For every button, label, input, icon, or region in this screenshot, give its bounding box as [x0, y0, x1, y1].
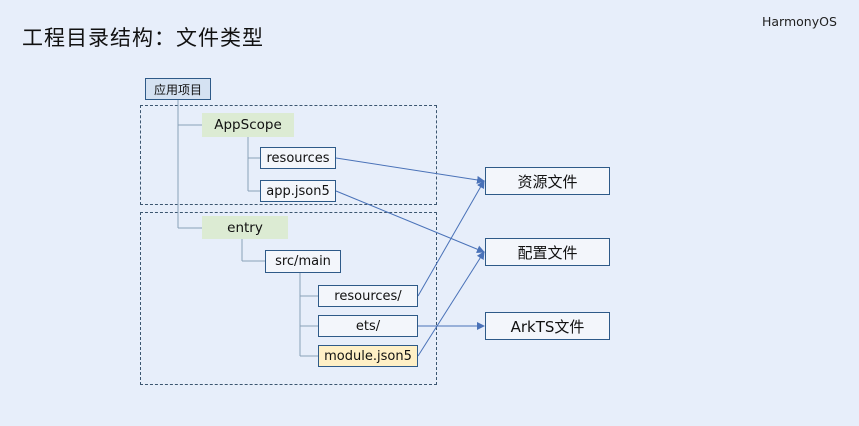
appscope-resources-node: resources [260, 147, 336, 169]
resource-file-box: 资源文件 [485, 167, 610, 195]
arkts-file-box: ArkTS文件 [485, 312, 610, 340]
arrow-entry-resources-to-resource-file [417, 180, 485, 297]
entry-resources-node: resources/ [318, 285, 418, 307]
entry-node: entry [202, 216, 288, 239]
app-json5-node: app.json5 [260, 180, 336, 202]
arrow-appscope-resources-to-resource-file [335, 157, 485, 184]
src-main-node: src/main [265, 250, 341, 273]
ets-node: ets/ [318, 315, 418, 337]
arrow-modulejson-to-config-file [417, 251, 485, 357]
app-project-label: 应用项目 [145, 78, 211, 100]
config-file-box: 配置文件 [485, 238, 610, 266]
arrow-appjson-to-config-file [335, 190, 485, 254]
connector-lines [177, 100, 485, 357]
appscope-node: AppScope [202, 113, 294, 137]
module-json5-node: module.json5 [318, 345, 418, 367]
